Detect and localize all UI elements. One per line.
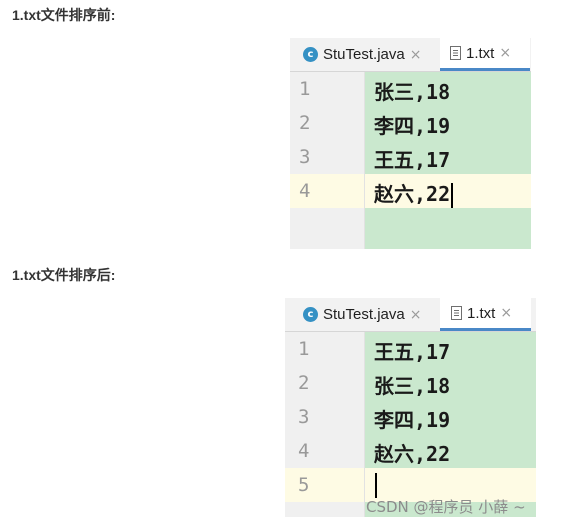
tab-stutest-java[interactable]: c StuTest.java ×: [294, 38, 436, 71]
gutter-line: 1: [290, 72, 364, 106]
gutter-line: 3: [285, 400, 364, 434]
close-icon[interactable]: ×: [500, 305, 512, 321]
tab-stutest-java[interactable]: c StuTest.java ×: [293, 298, 436, 331]
line-number: 3: [299, 146, 311, 168]
gutter-line-current: 4: [290, 174, 364, 208]
tab-label: 1.txt: [466, 44, 495, 62]
code-text: 张三,18: [374, 374, 451, 398]
gutter-line: 2: [285, 366, 364, 400]
code-line: 张三,18: [365, 72, 531, 106]
tab-bar: c StuTest.java × 1.txt ×: [290, 38, 531, 72]
code-line: 赵六,22: [365, 434, 536, 468]
code-line: 张三,18: [365, 366, 536, 400]
code-text: 王五,17: [374, 340, 451, 364]
text-file-icon: [451, 306, 462, 320]
line-number: 4: [298, 440, 310, 462]
close-icon[interactable]: ×: [410, 307, 422, 323]
heading-after-sort: 1.txt文件排序后:: [12, 267, 116, 283]
gutter-line: 4: [285, 434, 364, 468]
heading-before-sort: 1.txt文件排序前:: [12, 7, 116, 23]
code-text: 赵六,22: [374, 442, 451, 466]
code-line-current: 赵六,22: [365, 174, 531, 208]
code-line: 李四,19: [365, 106, 531, 140]
line-number: 4: [299, 180, 311, 202]
line-number-gutter: 1 2 3 4: [290, 72, 365, 249]
gutter-line: 3: [290, 140, 364, 174]
code-text: 王五,17: [374, 148, 451, 172]
gutter-line-current: 5: [285, 468, 364, 502]
code-line: 王五,17: [365, 140, 531, 174]
code-text: 李四,19: [374, 408, 451, 432]
tab-label: StuTest.java: [323, 46, 405, 63]
tab-1-txt[interactable]: 1.txt ×: [440, 38, 530, 71]
text-caret: [375, 473, 377, 498]
line-number: 1: [298, 338, 310, 360]
line-number: 2: [298, 372, 310, 394]
line-number: 2: [299, 112, 311, 134]
code-line: 王五,17: [365, 332, 536, 366]
tab-label: 1.txt: [467, 304, 496, 322]
line-number-gutter: 1 2 3 4 5: [285, 332, 365, 517]
watermark: CSDN @程序员 小薛 ~: [366, 498, 526, 516]
text-editor-area[interactable]: 王五,17 张三,18 李四,19 赵六,22: [365, 332, 536, 517]
line-number: 5: [298, 474, 310, 496]
close-icon[interactable]: ×: [410, 47, 422, 63]
close-icon[interactable]: ×: [499, 45, 511, 61]
gutter-line: 2: [290, 106, 364, 140]
code-line: 李四,19: [365, 400, 536, 434]
text-file-icon: [450, 46, 461, 60]
tab-1-txt[interactable]: 1.txt ×: [440, 298, 531, 331]
editor-before-sort: c StuTest.java × 1.txt × 1 2 3 4 张三,18 李…: [290, 38, 531, 249]
editor-after-sort: c StuTest.java × 1.txt × 1 2 3 4 5 王五,17…: [285, 298, 536, 517]
text-caret: [451, 183, 454, 208]
tab-label: StuTest.java: [323, 306, 405, 323]
java-class-icon: c: [303, 47, 318, 62]
java-class-icon: c: [303, 307, 318, 322]
text-editor-area[interactable]: 张三,18 李四,19 王五,17 赵六,22: [365, 72, 531, 249]
code-text: 张三,18: [374, 80, 451, 104]
code-text: 赵六,22: [374, 182, 451, 206]
line-number: 1: [299, 78, 311, 100]
code-text: 李四,19: [374, 114, 451, 138]
tab-bar: c StuTest.java × 1.txt ×: [285, 298, 536, 332]
line-number: 3: [298, 406, 310, 428]
gutter-line: 1: [285, 332, 364, 366]
